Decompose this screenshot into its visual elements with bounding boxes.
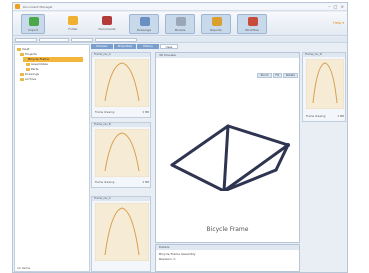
tab-strip: Preview Properties History Uses: [91, 44, 181, 49]
import-icon: [29, 17, 39, 26]
folder-tree: Vault Projects Bicycle Frame Assemblies …: [14, 44, 90, 272]
reports-button[interactable]: Reports: [201, 14, 231, 34]
import-button[interactable]: Import: [21, 14, 45, 34]
folder-icon: [20, 77, 24, 81]
thumbnail-size: 2 MB: [142, 111, 150, 114]
tree-item-label: Bicycle Frame: [28, 57, 49, 61]
tree-item-archive[interactable]: Archive: [20, 77, 36, 82]
thumbnail-card[interactable]: Frame_rev_C: [91, 196, 151, 272]
drawing-preview: [95, 203, 149, 261]
folder-icon: [23, 57, 27, 61]
folder-icon: [17, 47, 21, 51]
reports-label: Reports: [210, 28, 222, 32]
import-label: Import: [28, 28, 38, 32]
window-title: Document Manager: [23, 5, 53, 9]
details-title: Details: [156, 245, 299, 250]
tab-preview[interactable]: Preview: [91, 44, 113, 49]
drawings-icon: [140, 17, 150, 26]
thumbnail-size: 2 MB: [337, 115, 345, 118]
thumbnail-title: Frame_rev_A: [92, 53, 150, 57]
drawings-label: Drawings: [136, 28, 152, 32]
details-line: Bicycle Frame Assembly: [159, 252, 196, 256]
tree-status: 12 items: [17, 266, 31, 270]
viewer-title: 3D Preview: [156, 53, 299, 58]
thumbnail-footer: Frame drawing 2 MB: [306, 115, 344, 119]
drawings-button[interactable]: Drawings: [129, 14, 159, 34]
window-controls[interactable]: – □ ×: [328, 3, 345, 11]
rotate-button[interactable]: Rotate: [282, 73, 298, 78]
folder-icon: [26, 67, 30, 71]
models-label: Models: [174, 28, 186, 32]
workflow-icon: [248, 17, 258, 26]
thumbnail-card[interactable]: Frame_rev_A Frame drawing 2 MB: [91, 52, 151, 118]
application-window: Document Manager – □ × Import Folder Doc…: [12, 2, 348, 273]
folder-icon: [26, 62, 30, 66]
reports-icon: [212, 17, 222, 26]
search-input[interactable]: [95, 38, 137, 42]
details-panel: Details Bicycle Frame Assembly Revision:…: [155, 244, 300, 272]
thumbnail-title: Frame_rev_C: [92, 197, 150, 201]
thumbnail-footer: Frame drawing 2 MB: [95, 181, 149, 185]
tree-item-label: Projects: [25, 52, 37, 56]
folder-icon: [20, 72, 24, 76]
viewer-caption: Bicycle Frame: [206, 226, 249, 233]
thumbnail-card[interactable]: Frame_rev_B Frame drawing 2 MB: [91, 122, 151, 188]
tree-item-label: Archive: [25, 77, 37, 81]
documents-button[interactable]: Documents: [95, 14, 119, 34]
title-bar: Document Manager – □ ×: [13, 3, 347, 11]
documents-icon: [102, 16, 112, 25]
tab-history[interactable]: History: [137, 44, 159, 49]
tree-item-label: Drawings: [25, 72, 40, 76]
zoom-button[interactable]: Zoom: [257, 73, 272, 78]
models-icon: [176, 17, 186, 26]
path-segment[interactable]: [71, 38, 93, 42]
folder-button[interactable]: Folder: [61, 14, 85, 34]
tree-item-label: Parts: [31, 67, 39, 71]
thumbnail-card[interactable]: Frame_rev_D Frame drawing 2 MB: [302, 52, 346, 122]
tab-properties[interactable]: Properties: [114, 44, 136, 49]
address-bar: [13, 37, 347, 43]
model-viewer[interactable]: 3D Preview Zoom Fit Rotate Bicycle Frame: [155, 52, 300, 243]
drawing-preview: [306, 59, 344, 109]
thumbnail-title: Frame_rev_B: [92, 123, 150, 127]
drawing-preview: [95, 129, 149, 177]
workflow-button[interactable]: Workflow: [237, 14, 267, 34]
help-menu[interactable]: Help ▾: [333, 21, 344, 25]
drawing-preview: [95, 59, 149, 107]
ribbon-toolbar: Import Folder Documents Drawings Models …: [13, 12, 347, 36]
thumbnail-size: 2 MB: [142, 181, 150, 184]
path-segment[interactable]: [39, 38, 69, 42]
details-line: Revision: C: [159, 257, 176, 261]
thumbnail-name: Frame drawing: [95, 111, 115, 114]
folder-icon: [68, 16, 78, 25]
thumbnail-footer: Frame drawing 2 MB: [95, 111, 149, 115]
bicycle-frame-model: [170, 124, 290, 191]
tab-uses[interactable]: Uses: [160, 44, 178, 49]
models-button[interactable]: Models: [165, 14, 195, 34]
thumbnail-name: Frame drawing: [95, 181, 115, 184]
tree-item-label: Assemblies: [31, 62, 48, 66]
thumbnail-title: Frame_rev_D: [303, 53, 345, 57]
app-logo-icon: [15, 4, 20, 9]
tree-item-label: Vault: [22, 47, 30, 51]
folder-label: Folder: [68, 27, 78, 31]
folder-icon: [20, 52, 24, 56]
path-segment[interactable]: [15, 38, 37, 42]
fit-button[interactable]: Fit: [272, 73, 282, 78]
documents-label: Documents: [98, 27, 116, 31]
workflow-label: Workflow: [245, 28, 259, 32]
viewer-toolbar: Zoom Fit Rotate: [226, 73, 298, 78]
thumbnail-name: Frame drawing: [306, 115, 326, 118]
